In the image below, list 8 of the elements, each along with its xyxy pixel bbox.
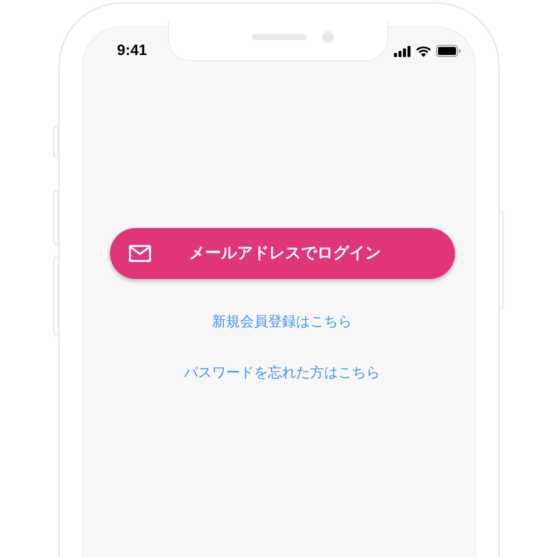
email-login-button[interactable]: メールアドレスでログイン [110, 228, 454, 279]
signal-icon [394, 46, 411, 56]
battery-icon [436, 45, 461, 57]
wifi-icon [416, 46, 431, 56]
status-time: 9:41 [117, 40, 148, 61]
text-link[interactable]: 新規会員登録はこちら [212, 311, 352, 331]
text-link[interactable]: パスワードを忘れた方はこちら [184, 362, 380, 382]
mail-icon [128, 245, 150, 262]
